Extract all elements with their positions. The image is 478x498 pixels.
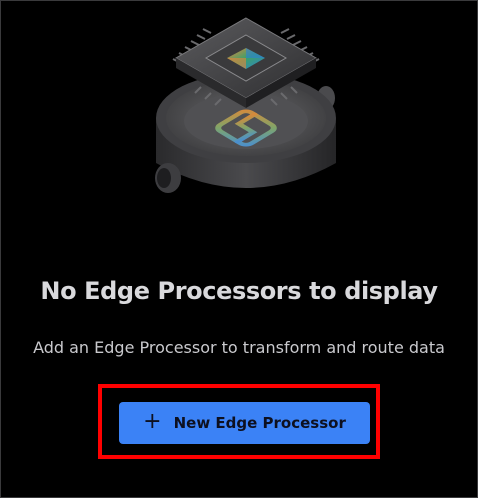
new-edge-processor-button-label: New Edge Processor [173,414,346,432]
empty-state-title: No Edge Processors to display [40,277,438,305]
empty-state-panel: No Edge Processors to display Add an Edg… [0,0,478,498]
edge-processor-chip-icon [141,13,351,213]
empty-state-subtitle: Add an Edge Processor to transform and r… [33,338,445,357]
new-edge-processor-button[interactable]: + New Edge Processor [119,402,370,444]
plus-icon: + [143,409,162,434]
